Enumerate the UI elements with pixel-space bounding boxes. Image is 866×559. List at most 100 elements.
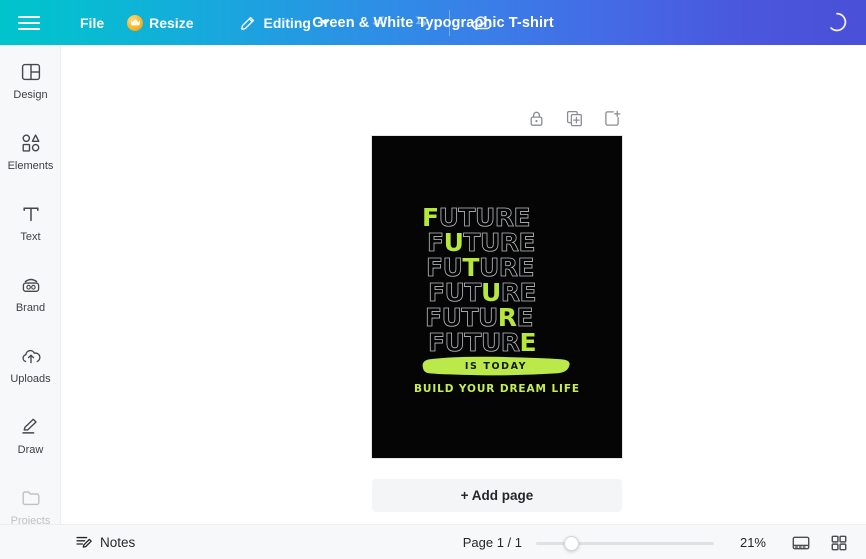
notes-pencil-icon	[76, 536, 92, 548]
future-letter: F	[422, 203, 439, 232]
future-letter: T	[463, 228, 481, 257]
future-letter: F	[425, 303, 443, 332]
future-row: FUTURE	[422, 278, 574, 307]
notes-button[interactable]: Notes	[75, 533, 135, 551]
future-letter: U	[442, 253, 463, 282]
sidebar-item-brand[interactable]: Brand	[0, 258, 60, 329]
sidebar-item-label: Elements	[7, 159, 54, 172]
folder-projects-icon	[22, 490, 39, 505]
design-canvas[interactable]: FUTUREFUTUREFUTUREFUTUREFUTUREFUTURE IS …	[372, 136, 622, 458]
single-page-view-button[interactable]	[788, 530, 814, 556]
future-letter: E	[519, 328, 537, 357]
loading-spinner-icon	[830, 12, 847, 32]
future-letter: U	[480, 278, 501, 307]
sidebar-item-label: Text	[20, 230, 41, 243]
future-letter: U	[477, 303, 499, 332]
file-menu-label: File	[80, 14, 105, 31]
duplicate-page-icon	[566, 110, 582, 126]
add-page-button[interactable]	[601, 107, 623, 129]
editing-label: Editing	[263, 14, 311, 31]
grid-view-icon	[831, 535, 847, 550]
sidebar-item-text[interactable]: Text	[0, 187, 60, 258]
design-layout-icon	[21, 63, 40, 80]
future-letter: R	[498, 253, 518, 282]
pencil-icon	[241, 16, 255, 30]
future-letter: T	[458, 203, 476, 232]
zoom-slider-knob[interactable]	[564, 535, 580, 551]
future-letter: E	[518, 228, 536, 257]
shapes-elements-icon	[22, 133, 39, 152]
future-letter: F	[426, 253, 444, 282]
lock-page-icon	[530, 111, 542, 126]
future-letter: U	[444, 278, 465, 307]
future-letter: U	[444, 328, 465, 357]
sidebar-item-label: Brand	[15, 301, 46, 314]
zoom-percent-label: 21%	[739, 535, 766, 550]
future-letter: R	[499, 228, 519, 257]
future-letter: F	[428, 328, 446, 357]
draw-pencil-icon	[21, 418, 37, 434]
future-row: FUTURE	[422, 253, 574, 282]
document-title-text[interactable]: Green & White Typographic T-shirt	[312, 15, 554, 31]
grid-view-button[interactable]	[826, 530, 852, 556]
duplicate-page-button[interactable]	[563, 107, 585, 129]
lock-page-button[interactable]	[525, 107, 547, 129]
sidebar-item-elements[interactable]: Elements	[0, 116, 60, 187]
page-indicator: Page 1 / 1	[462, 535, 522, 550]
future-letter: R	[500, 328, 520, 357]
sidebar-item-design[interactable]: Design	[0, 45, 60, 116]
future-letter: T	[464, 278, 482, 307]
text-type-icon	[22, 206, 39, 221]
zoom-slider[interactable]	[536, 535, 714, 551]
future-row: FUTURE	[422, 328, 574, 357]
page-tools-group	[525, 107, 623, 129]
upload-cloud-icon	[21, 349, 41, 363]
bottom-status-bar: Notes Page 1 / 1 21%	[0, 524, 866, 559]
brand-kit-icon	[22, 278, 39, 292]
add-page-row-button[interactable]: + Add page	[372, 479, 622, 512]
future-letter: R	[497, 303, 517, 332]
top-header-bar: File Resize Editing Green & White Typogr…	[0, 0, 866, 45]
sidebar-item-label: Draw	[17, 443, 44, 456]
future-letter: F	[427, 228, 445, 257]
zoom-slider-track	[536, 541, 714, 545]
future-letter: E	[517, 253, 535, 282]
future-letter: U	[479, 228, 501, 257]
future-word-stack: FUTUREFUTUREFUTUREFUTUREFUTUREFUTURE	[422, 203, 574, 357]
future-letter: U	[438, 203, 459, 232]
future-letter: T	[464, 328, 482, 357]
bottom-right-controls: Page 1 / 1 21%	[463, 525, 852, 559]
crown-premium-icon	[127, 14, 144, 31]
future-letter: T	[461, 303, 479, 332]
future-letter: R	[500, 278, 520, 307]
artwork-tagline: BUILD YOUR DREAM LIFE	[414, 383, 580, 395]
editor-work-area: FUTUREFUTUREFUTUREFUTUREFUTUREFUTURE IS …	[61, 45, 866, 524]
future-letter: F	[428, 278, 446, 307]
future-row: FUTURE	[422, 228, 574, 257]
brush-banner-text: IS TODAY	[464, 360, 528, 372]
hamburger-line	[18, 15, 40, 18]
add-page-label: + Add page	[460, 488, 534, 503]
brush-stroke-banner: IS TODAY	[420, 355, 572, 377]
sidebar-item-label: Uploads	[10, 372, 51, 385]
file-menu-button[interactable]: File	[71, 8, 113, 38]
future-letter: U	[474, 203, 496, 232]
future-letter: E	[516, 303, 534, 332]
sidebar-item-uploads[interactable]: Uploads	[0, 329, 60, 400]
future-letter: T	[462, 253, 479, 282]
future-letter: E	[519, 278, 537, 307]
notes-label: Notes	[100, 534, 136, 550]
future-row: FUTURE	[422, 303, 574, 332]
sidebar-item-label: Design	[13, 88, 48, 101]
future-letter: U	[443, 228, 464, 257]
future-letter: E	[513, 203, 531, 232]
sidebar-item-draw[interactable]: Draw	[0, 400, 60, 471]
hamburger-menu-icon[interactable]	[18, 13, 44, 33]
resize-button[interactable]: Resize	[118, 8, 202, 38]
future-letter: U	[441, 303, 462, 332]
future-letter: U	[478, 253, 500, 282]
left-sidebar: Design Elements Text Brand Uploads Draw …	[0, 45, 61, 559]
hamburger-line	[18, 21, 40, 24]
future-row: FUTURE	[422, 203, 574, 232]
hamburger-line	[18, 27, 40, 30]
